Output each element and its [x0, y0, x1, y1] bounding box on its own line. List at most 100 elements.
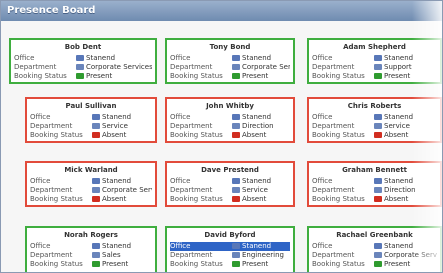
department-label: Department: [170, 63, 213, 71]
department-label: Department: [30, 251, 73, 259]
selected-row[interactable]: Office Stanend: [170, 242, 290, 251]
booking-status-label: Booking Status: [14, 72, 67, 80]
absent-status-icon: [92, 196, 100, 202]
department-label: Department: [170, 251, 213, 259]
card-grid: Bob Dent Office Stanend Department Corpora…: [1, 21, 442, 272]
person-name: Mick Warland: [64, 166, 118, 174]
department-label: Department: [30, 186, 73, 194]
department-value: Corporate Services: [102, 186, 152, 194]
window-title: Presence Board: [1, 1, 442, 21]
person-name: Adam Shepherd: [343, 43, 406, 51]
office-value: Stanend: [242, 54, 272, 62]
person-name: Tony Bond: [209, 43, 251, 51]
person-name: David Byford: [204, 231, 256, 239]
person-card[interactable]: Dave Prestend Office Stanend Department Se…: [165, 161, 295, 207]
department-label: Department: [312, 122, 355, 130]
department-label: Department: [30, 122, 73, 130]
department-icon: [92, 252, 100, 258]
department-icon: [92, 187, 100, 193]
absent-status-icon: [232, 132, 240, 138]
person-card[interactable]: Adam Shepherd Office Stanend Department Su…: [307, 38, 442, 84]
booking-status-label: Booking Status: [312, 131, 365, 139]
department-value: Corporate Services: [242, 63, 290, 71]
department-value: Direction: [384, 186, 416, 194]
building-icon: [232, 114, 240, 120]
department-label: Department: [170, 122, 213, 130]
department-icon: [374, 64, 382, 70]
status-value: Present: [384, 260, 411, 268]
building-icon: [374, 243, 382, 249]
department-icon: [374, 187, 382, 193]
department-icon: [92, 123, 100, 129]
person-card[interactable]: Graham Bennett Office Stanend Department D…: [307, 161, 442, 207]
person-card[interactable]: Norah Rogers Office Stanend Department Sal…: [25, 226, 157, 272]
office-label: Office: [30, 113, 51, 121]
office-value: Stanend: [384, 242, 414, 250]
person-card[interactable]: Paul Sullivan Office Stanend Department Se…: [25, 97, 157, 143]
office-label: Office: [14, 54, 35, 62]
status-value: Absent: [384, 131, 409, 139]
office-label: Office: [30, 177, 51, 185]
department-icon: [232, 123, 240, 129]
department-label: Department: [312, 186, 355, 194]
department-label: Department: [170, 186, 213, 194]
department-value: Service: [102, 122, 128, 130]
person-card[interactable]: Mick Warland Office Stanend Department Cor…: [25, 161, 157, 207]
booking-status-label: Booking Status: [30, 260, 83, 268]
person-name: Graham Bennett: [342, 166, 407, 174]
office-value: Stanend: [86, 54, 116, 62]
office-value: Stanend: [242, 242, 272, 250]
status-value: Present: [242, 72, 269, 80]
department-value: Direction: [242, 122, 274, 130]
department-value: Corporate Services: [384, 251, 437, 259]
person-card[interactable]: Tony Bond Office Stanend Department Corpor…: [165, 38, 295, 84]
person-name: John Whitby: [206, 102, 254, 110]
department-value: Service: [384, 122, 410, 130]
department-value: Support: [384, 63, 412, 71]
absent-status-icon: [232, 196, 240, 202]
department-value: Engineering: [242, 251, 284, 259]
office-label: Office: [312, 242, 333, 250]
person-name: Dave Prestend: [201, 166, 259, 174]
department-value: Service: [242, 186, 268, 194]
person-card[interactable]: Rachael Greenbank Office Stanend Departme…: [307, 226, 442, 272]
office-label: Office: [170, 242, 191, 250]
office-label: Office: [312, 177, 333, 185]
office-label: Office: [30, 242, 51, 250]
absent-status-icon: [374, 132, 382, 138]
status-value: Present: [384, 72, 411, 80]
person-name: Norah Rogers: [64, 231, 118, 239]
booking-status-label: Booking Status: [312, 72, 365, 80]
building-icon: [92, 178, 100, 184]
department-icon: [232, 64, 240, 70]
present-status-icon: [76, 73, 84, 79]
building-icon: [374, 55, 382, 61]
building-icon: [232, 178, 240, 184]
office-value: Stanend: [242, 177, 272, 185]
booking-status-label: Booking Status: [170, 260, 223, 268]
office-value: Stanend: [102, 113, 132, 121]
department-label: Department: [312, 63, 355, 71]
office-label: Office: [312, 113, 333, 121]
department-value: Corporate Services: [86, 63, 152, 71]
building-icon: [76, 55, 84, 61]
department-label: Department: [312, 251, 355, 259]
office-value: Stanend: [242, 113, 272, 121]
booking-status-label: Booking Status: [170, 195, 223, 203]
person-card[interactable]: John Whitby Office Stanend Department Dire…: [165, 97, 295, 143]
booking-status-label: Booking Status: [312, 260, 365, 268]
office-value: Stanend: [384, 113, 414, 121]
absent-status-icon: [92, 132, 100, 138]
office-label: Office: [312, 54, 333, 62]
person-card[interactable]: Bob Dent Office Stanend Department Corpora…: [9, 38, 157, 84]
person-card-selected[interactable]: David Byford Office Stanend Department Eng…: [165, 226, 295, 272]
person-card[interactable]: Chris Roberts Office Stanend Department Se…: [307, 97, 442, 143]
building-icon: [374, 114, 382, 120]
department-icon: [232, 252, 240, 258]
presence-board-window: Presence Board Bob Dent Office Stanend De…: [0, 0, 443, 273]
building-icon: [232, 55, 240, 61]
status-value: Present: [242, 260, 269, 268]
status-value: Absent: [242, 131, 267, 139]
person-name: Rachael Greenbank: [336, 231, 413, 239]
present-status-icon: [374, 261, 382, 267]
